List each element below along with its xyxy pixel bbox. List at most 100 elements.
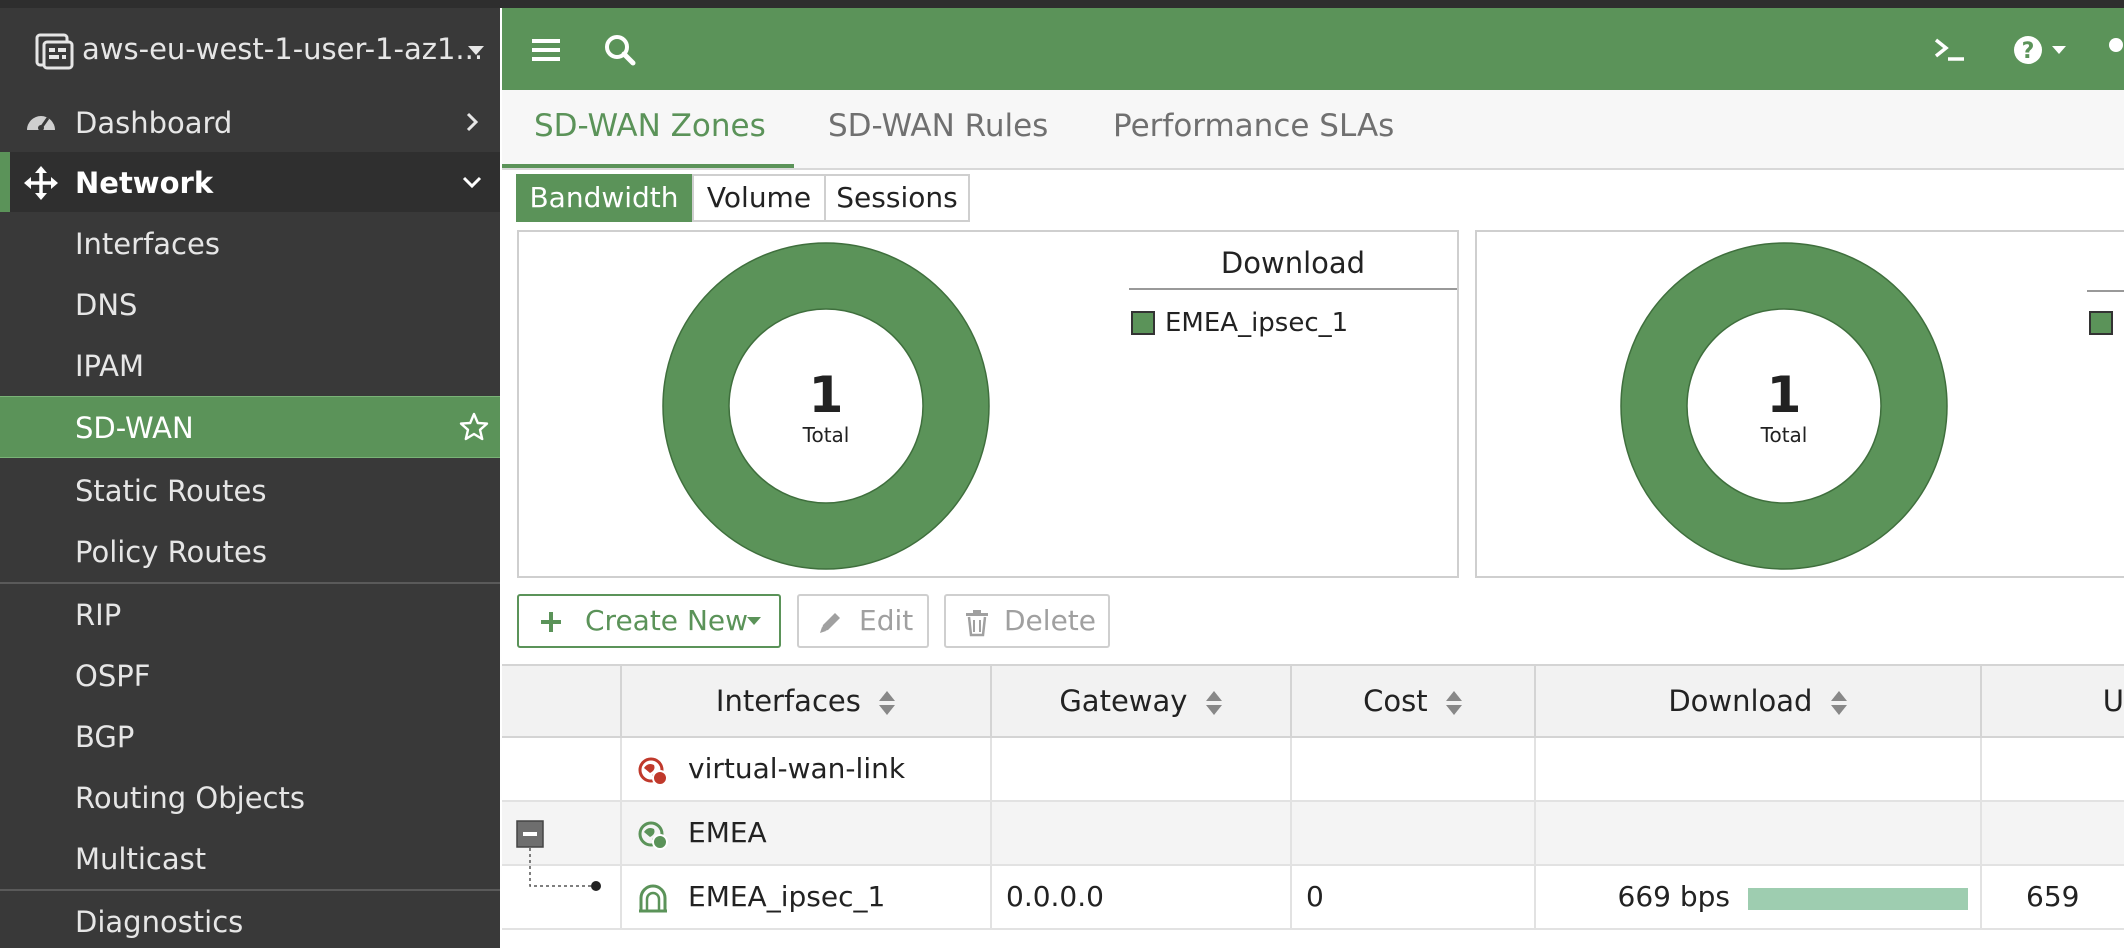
column-header-upload[interactable]: U xyxy=(1980,666,2124,738)
sidebar-item-sd-wan[interactable]: SD-WAN xyxy=(0,396,500,458)
sort-icon[interactable] xyxy=(1445,690,1463,716)
sidebar-item-label: Interfaces xyxy=(75,227,220,261)
donut-total-value: 1 xyxy=(1766,366,1802,424)
interface-cell: virtual-wan-link xyxy=(620,738,990,800)
column-header-cost[interactable]: Cost xyxy=(1290,666,1534,738)
active-section-accent xyxy=(0,152,10,212)
interface-name: EMEA_ipsec_1 xyxy=(688,880,886,913)
legend-item[interactable] xyxy=(2089,308,2123,338)
gateway-cell: 0.0.0.0 xyxy=(990,866,1290,928)
active-tab-underline xyxy=(502,164,794,168)
window-top-edge xyxy=(0,0,2124,8)
column-header-label: Interfaces xyxy=(715,684,861,718)
zone-globe-icon xyxy=(638,821,668,850)
column-header-label: Gateway xyxy=(1059,684,1188,718)
sort-icon[interactable] xyxy=(1830,690,1848,716)
tab-sd-wan-rules[interactable]: SD-WAN Rules xyxy=(828,108,1048,144)
trash-icon xyxy=(966,610,988,637)
hamburger-menu-icon[interactable] xyxy=(526,30,566,70)
column-header-download[interactable]: Download xyxy=(1534,666,1980,738)
table-header: Interfaces Gateway Cost Download U xyxy=(502,664,2124,738)
sort-icon[interactable] xyxy=(878,690,896,716)
legend-item[interactable]: EMEA_ipsec_1 xyxy=(1131,308,1348,338)
tab-sd-wan-zones[interactable]: SD-WAN Zones xyxy=(534,108,766,144)
table-row[interactable]: EMEA_ipsec_1 0.0.0.0 0 669 bps 659 xyxy=(502,848,2124,930)
download-cell xyxy=(1534,738,1980,800)
table-row[interactable]: virtual-wan-link xyxy=(502,738,2124,802)
search-icon[interactable] xyxy=(600,30,640,70)
sidebar-item-label: Routing Objects xyxy=(75,781,305,815)
donut-total-label: Total xyxy=(802,423,850,447)
sd-wan-zones-table: Interfaces Gateway Cost Download U virtu… xyxy=(502,664,2124,948)
sidebar-item-label: Diagnostics xyxy=(75,905,244,939)
upload-cell xyxy=(1980,738,2124,800)
legend-title: Download xyxy=(1129,246,1457,290)
toggle-bandwidth[interactable]: Bandwidth xyxy=(516,174,692,222)
interface-name: EMEA xyxy=(688,816,767,849)
star-icon[interactable] xyxy=(458,411,490,443)
plus-icon xyxy=(541,612,561,632)
sidebar-item-routing-objects[interactable]: Routing Objects xyxy=(0,767,500,827)
sidebar-item-rip[interactable]: RIP xyxy=(0,584,500,644)
chevron-right-icon xyxy=(466,112,479,132)
sidebar-item-bgp[interactable]: BGP xyxy=(0,706,500,766)
sidebar-item-network[interactable]: Network xyxy=(0,152,500,212)
help-icon[interactable]: ? xyxy=(2010,30,2070,70)
dashboard-gauge-icon xyxy=(27,116,55,131)
toggle-volume[interactable]: Volume xyxy=(692,174,826,222)
network-move-icon xyxy=(24,166,58,200)
device-selector[interactable]: aws-eu-west-1-user-1-az1... xyxy=(0,8,500,90)
toggle-sessions[interactable]: Sessions xyxy=(824,174,970,222)
download-cell xyxy=(1534,802,1980,864)
sidebar-item-label: SD-WAN xyxy=(75,411,194,445)
delete-button[interactable]: Delete xyxy=(944,594,1110,648)
sidebar-item-label: Static Routes xyxy=(75,474,267,508)
sidebar-item-static-routes[interactable]: Static Routes xyxy=(0,460,500,520)
legend-title xyxy=(2087,246,2124,292)
device-name: aws-eu-west-1-user-1-az1... xyxy=(82,32,484,66)
sort-icon[interactable] xyxy=(1205,690,1223,716)
column-header-expand xyxy=(502,666,620,738)
edit-label: Edit xyxy=(859,604,914,637)
wan-globe-icon xyxy=(638,757,668,786)
user-menu-icon[interactable] xyxy=(2092,30,2124,70)
collapse-minus-icon[interactable] xyxy=(516,820,544,848)
sidebar-item-label: IPAM xyxy=(75,349,145,383)
download-cell: 669 bps xyxy=(1534,866,1980,928)
sidebar-item-policy-routes[interactable]: Policy Routes xyxy=(0,521,500,581)
delete-label: Delete xyxy=(1004,604,1096,637)
table-row[interactable]: EMEA xyxy=(502,802,2124,866)
sidebar-item-ospf[interactable]: OSPF xyxy=(0,645,500,705)
download-bar xyxy=(1748,888,1968,910)
download-chart-panel: 1 Total Download EMEA_ipsec_1 xyxy=(517,230,1459,578)
upload-donut-chart: 1 Total xyxy=(1619,241,1949,571)
column-header-interfaces[interactable]: Interfaces xyxy=(620,666,990,738)
sidebar-item-dashboard[interactable]: Dashboard xyxy=(0,92,500,152)
sidebar-item-label: RIP xyxy=(75,598,122,632)
cli-terminal-icon[interactable] xyxy=(1930,30,1970,70)
create-new-label: Create New xyxy=(585,604,749,637)
interface-cell: EMEA_ipsec_1 xyxy=(620,866,990,928)
sidebar-item-label: Network xyxy=(75,166,214,200)
edit-button[interactable]: Edit xyxy=(797,594,929,648)
download-donut-chart: 1 Total xyxy=(661,241,991,571)
sidebar-item-interfaces[interactable]: Interfaces xyxy=(0,213,500,273)
cost-cell xyxy=(1290,802,1534,864)
legend-label: EMEA_ipsec_1 xyxy=(1165,308,1349,338)
column-header-gateway[interactable]: Gateway xyxy=(990,666,1290,738)
device-logo-icon xyxy=(35,33,74,70)
sidebar-item-dns[interactable]: DNS xyxy=(0,274,500,334)
sidebar-item-label: Policy Routes xyxy=(75,535,267,569)
chevron-down-icon xyxy=(468,46,484,55)
sidebar-item-label: BGP xyxy=(75,720,135,754)
sidebar-item-ipam[interactable]: IPAM xyxy=(0,335,500,395)
ipsec-tunnel-icon xyxy=(639,884,667,913)
svg-text:?: ? xyxy=(2022,39,2035,64)
sidebar-item-diagnostics[interactable]: Diagnostics xyxy=(0,891,500,951)
upload-cell xyxy=(1980,802,2124,864)
create-new-button[interactable]: Create New xyxy=(517,594,781,648)
tab-performance-slas[interactable]: Performance SLAs xyxy=(1113,108,1394,144)
donut-total-value: 1 xyxy=(808,366,844,424)
tree-connector xyxy=(529,848,601,891)
sidebar-item-multicast[interactable]: Multicast xyxy=(0,828,500,888)
